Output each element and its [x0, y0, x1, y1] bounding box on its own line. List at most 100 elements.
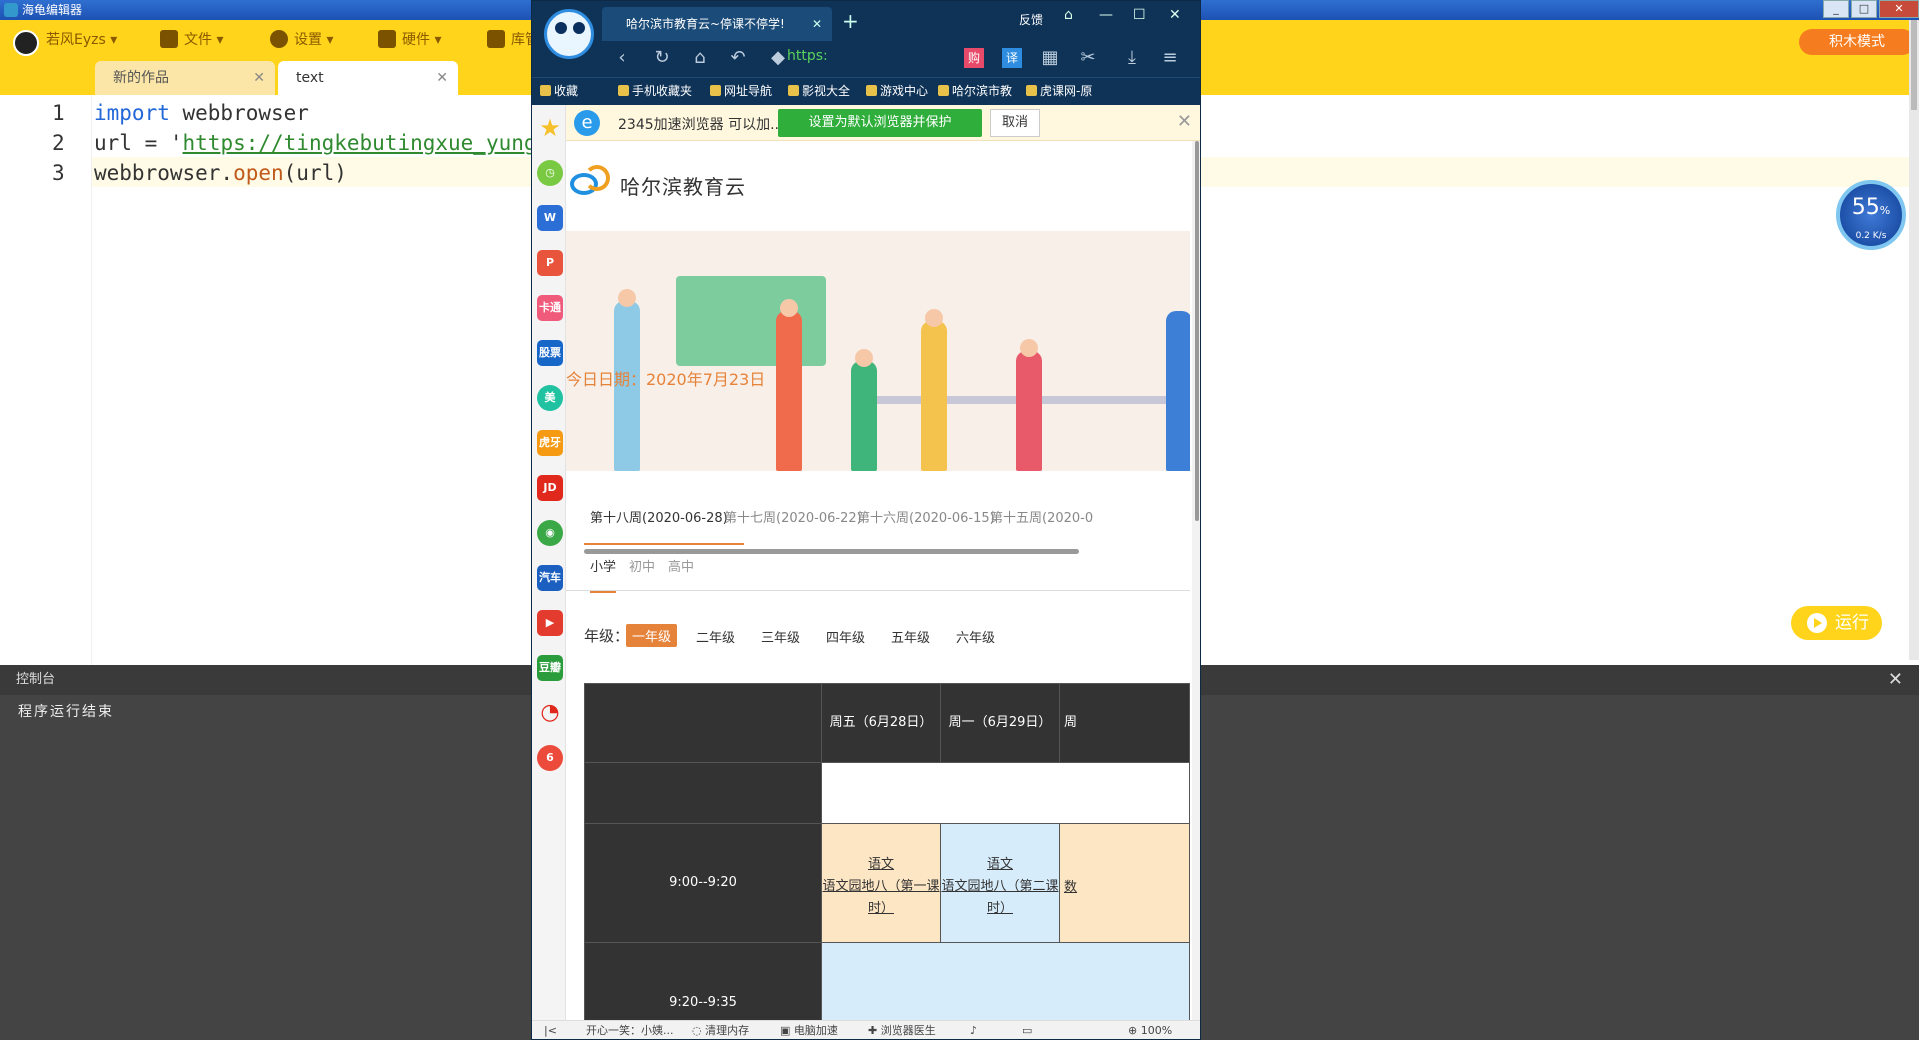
- week-tab[interactable]: 第十七周(2020-06-22): [724, 507, 862, 526]
- undo-icon[interactable]: ↶: [728, 48, 748, 68]
- apps-icon[interactable]: ▦: [1040, 48, 1060, 68]
- word-icon[interactable]: W: [537, 205, 563, 231]
- level-tab[interactable]: 小学: [590, 556, 617, 593]
- screen-icon[interactable]: ▭: [1022, 1021, 1032, 1039]
- code-line[interactable]: import webbrowser: [94, 101, 309, 125]
- site-logo-icon: [570, 165, 610, 195]
- avatar[interactable]: [13, 30, 39, 56]
- weibo-icon[interactable]: ◔: [537, 700, 563, 726]
- page-scrollbar[interactable]: [1192, 141, 1200, 1020]
- jd-icon[interactable]: JD: [537, 475, 563, 501]
- new-tab-icon[interactable]: +: [842, 9, 859, 33]
- home-icon[interactable]: ⌂: [690, 48, 710, 68]
- lesson-cell[interactable]: 语文 语文园地八（第二课时）: [940, 823, 1060, 943]
- scrollbar-thumb[interactable]: [1911, 20, 1917, 110]
- bookmark-item[interactable]: 哈尔滨市教: [938, 81, 1012, 101]
- back-icon[interactable]: ‹: [612, 48, 632, 68]
- cartoon-icon[interactable]: 卡通: [537, 295, 563, 321]
- car-icon[interactable]: 汽车: [537, 565, 563, 591]
- chrome-like-icon[interactable]: ◉: [537, 520, 563, 546]
- line-number: 1: [52, 101, 65, 125]
- grade-option[interactable]: 六年级: [956, 627, 995, 646]
- download-icon[interactable]: ⤓: [1122, 48, 1142, 68]
- settings-menu[interactable]: 设置 ▾: [270, 20, 333, 61]
- bookmark-item[interactable]: 影视大全: [788, 81, 850, 101]
- zoom-level[interactable]: ⊕ 100%: [1128, 1021, 1172, 1039]
- lesson-cell[interactable]: 语文 语文园地八（第一课时）: [821, 823, 941, 943]
- grade-option[interactable]: 四年级: [826, 627, 865, 646]
- person-illustration: [1166, 311, 1190, 471]
- close-notice-icon[interactable]: ✕: [1177, 111, 1192, 132]
- browser-sidebar: ★ ◷ W P 卡通 股票 美 虎牙 JD ◉ 汽车 ▶ 豆瓣 ◔ 6: [532, 105, 566, 1020]
- huya-icon[interactable]: 虎牙: [537, 430, 563, 456]
- bookmark-item[interactable]: 游戏中心: [866, 81, 928, 101]
- maximize-button[interactable]: ☐: [1133, 7, 1146, 23]
- browser-logo-icon[interactable]: [544, 9, 594, 59]
- minimize-button[interactable]: —: [1099, 7, 1113, 23]
- joke-ticker[interactable]: 开心一笑：小姨...: [586, 1021, 674, 1039]
- close-tab-icon[interactable]: ✕: [253, 61, 265, 95]
- lesson-cell[interactable]: 数: [1059, 823, 1190, 943]
- close-tab-icon[interactable]: ✕: [436, 61, 448, 95]
- douban-icon[interactable]: 豆瓣: [537, 655, 563, 681]
- video-icon[interactable]: ▶: [537, 610, 563, 636]
- level-tab[interactable]: 初中: [629, 556, 655, 575]
- volume-icon[interactable]: ♪: [970, 1021, 977, 1039]
- cancel-button[interactable]: 取消: [990, 109, 1040, 137]
- skin-icon[interactable]: ⌂: [1064, 7, 1073, 23]
- bookmark-item[interactable]: 手机收藏夹: [618, 81, 692, 101]
- tab-new-work[interactable]: 新的作品 ✕: [95, 61, 275, 95]
- blocks-mode-button[interactable]: 积木模式: [1799, 29, 1915, 55]
- user-menu[interactable]: 若风Eyzs ▾: [46, 20, 117, 61]
- run-button[interactable]: 运行: [1791, 606, 1882, 640]
- translate-icon[interactable]: 译: [1002, 48, 1022, 68]
- shop-icon[interactable]: 购: [964, 48, 984, 68]
- bookmark-item[interactable]: 收藏: [540, 81, 578, 101]
- hardware-menu[interactable]: 硬件 ▾: [378, 20, 441, 61]
- close-button[interactable]: ✕: [1879, 0, 1919, 18]
- level-tab[interactable]: 高中: [668, 556, 694, 575]
- grade-option[interactable]: 三年级: [761, 627, 800, 646]
- bookmark-item[interactable]: 网址导航: [710, 81, 772, 101]
- six-rooms-icon[interactable]: 6: [537, 745, 563, 771]
- today-date: 今日日期：2020年7月23日: [566, 370, 766, 389]
- week-tab[interactable]: 第十五周(2020-0: [990, 507, 1093, 526]
- scissors-icon[interactable]: ✂: [1078, 48, 1098, 68]
- browser-doctor-button[interactable]: ✚ 浏览器医生: [868, 1021, 936, 1039]
- menu-icon[interactable]: ≡: [1160, 48, 1180, 68]
- grade-option[interactable]: 二年级: [696, 627, 735, 646]
- browser-tab[interactable]: 哈尔滨市教育云~停课不停学! ✕: [602, 7, 832, 41]
- close-button[interactable]: ✕: [1169, 7, 1181, 23]
- clean-memory-button[interactable]: ◌ 清理内存: [692, 1021, 749, 1039]
- favorites-star-icon[interactable]: ★: [537, 115, 563, 141]
- pc-speedup-button[interactable]: ▣ 电脑加速: [780, 1021, 838, 1039]
- code-line[interactable]: url = 'https://tingkebutingxue_yungu: [94, 131, 549, 155]
- week-tab[interactable]: 第十六周(2020-06-15): [857, 507, 995, 526]
- tab-text[interactable]: text ✕: [278, 61, 458, 95]
- bookmark-item[interactable]: 虎课网-原: [1026, 81, 1092, 101]
- history-clock-icon[interactable]: ◷: [537, 160, 563, 186]
- network-speed-widget[interactable]: 55% 0.2 K/s: [1836, 180, 1906, 250]
- close-tab-icon[interactable]: ✕: [812, 7, 822, 41]
- grade-option[interactable]: 五年级: [891, 627, 930, 646]
- collapse-icon[interactable]: |<: [544, 1021, 557, 1039]
- address-bar[interactable]: https:: [787, 48, 828, 64]
- maximize-button[interactable]: □: [1851, 0, 1877, 18]
- editor-scrollbar[interactable]: [1909, 20, 1919, 660]
- grade-option[interactable]: 一年级: [626, 624, 678, 647]
- code-line[interactable]: webbrowser.open(url): [94, 161, 347, 185]
- scrollbar-thumb[interactable]: [1195, 141, 1199, 521]
- app-icon: [4, 3, 18, 17]
- set-default-button[interactable]: 设置为默认浏览器并保护: [778, 109, 982, 137]
- stock-icon[interactable]: 股票: [537, 340, 563, 366]
- close-console-icon[interactable]: ✕: [1888, 665, 1903, 695]
- feedback-link[interactable]: 反馈: [1019, 11, 1043, 28]
- refresh-icon[interactable]: ↻: [652, 48, 672, 68]
- site-name[interactable]: 哈尔滨教育云: [620, 171, 746, 200]
- week-tab[interactable]: 第十八周(2020-06-28): [590, 507, 728, 526]
- meituan-icon[interactable]: 美: [537, 385, 563, 411]
- minimize-button[interactable]: _: [1823, 0, 1849, 18]
- file-menu[interactable]: 文件 ▾: [160, 20, 223, 61]
- line-number: 2: [52, 131, 65, 155]
- pdf-icon[interactable]: P: [537, 250, 563, 276]
